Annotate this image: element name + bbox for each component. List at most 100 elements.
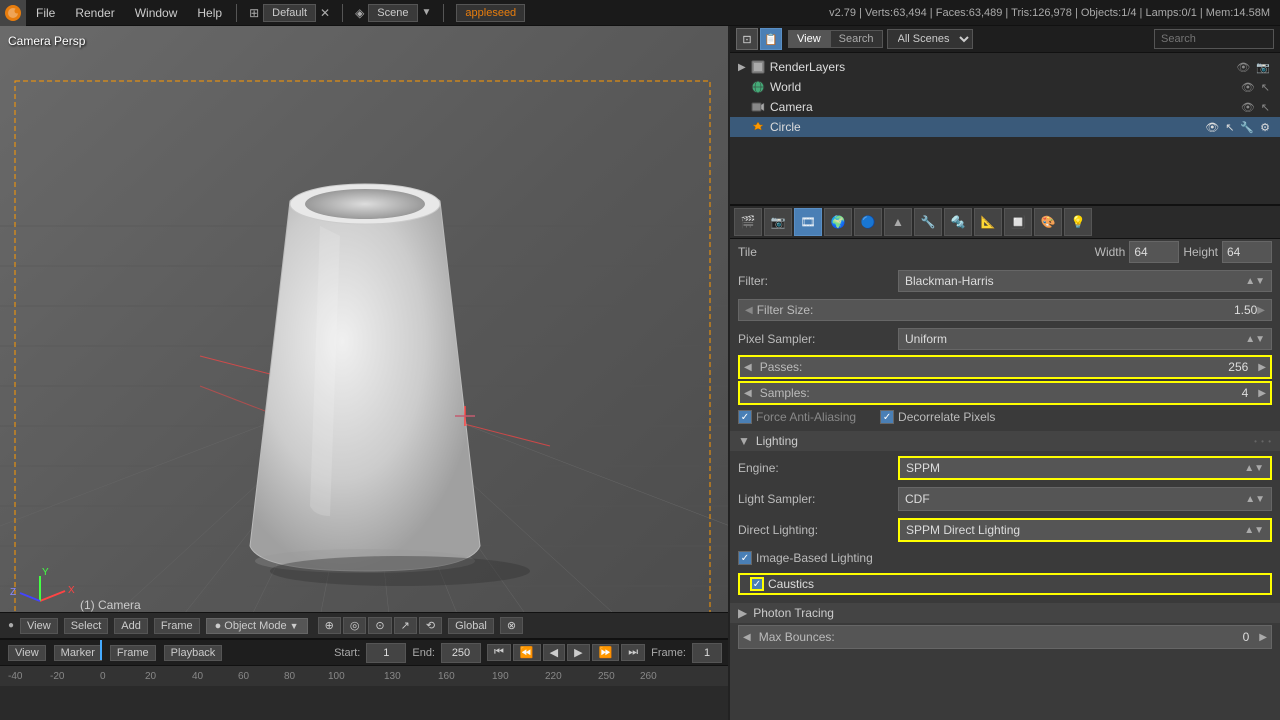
engine-dropdown-wrapper: SPPM ▲▼: [898, 456, 1272, 480]
prop-tab-mesh[interactable]: ▲: [884, 208, 912, 236]
viewport-view-btn[interactable]: View: [20, 618, 58, 634]
menu-window[interactable]: Window: [125, 0, 188, 25]
filter-dropdown[interactable]: Blackman-Harris ▲▼: [898, 270, 1272, 292]
scene-selector[interactable]: Scene: [368, 4, 417, 22]
prop-tab-particles[interactable]: 💡: [1064, 208, 1092, 236]
pixel-sampler-dropdown-wrapper: Uniform ▲▼: [898, 328, 1272, 350]
tl-prev-frame[interactable]: ⏪: [513, 644, 541, 661]
app-name[interactable]: appleseed: [456, 4, 525, 22]
caustics-container: Caustics: [730, 569, 1280, 599]
caustics-button[interactable]: Caustics: [738, 573, 1272, 595]
timeline-ruler[interactable]: -40 -20 0 20 40 60 80 100 130 160 190 22…: [0, 666, 730, 686]
outliner-item-camera[interactable]: Camera 👁 ↖: [730, 97, 1280, 117]
viewport-icon-5[interactable]: ⟲: [419, 617, 442, 634]
light-sampler-dropdown[interactable]: CDF ▲▼: [898, 487, 1272, 511]
viewport[interactable]: X Y Z Camera Persp (1) Camera ● View Sel…: [0, 26, 730, 720]
outliner-item-renderlayers[interactable]: ▶ RenderLayers 👁 📷: [730, 57, 1280, 77]
width-input[interactable]: [1129, 241, 1179, 263]
outliner-tab-search[interactable]: Search: [830, 30, 883, 48]
lighting-arrow-icon: ▼: [738, 434, 750, 448]
prop-tab-material[interactable]: 🔲: [1004, 208, 1032, 236]
camera-vis-icon[interactable]: 👁: [1239, 101, 1257, 114]
prop-tab-world[interactable]: 🌍: [824, 208, 852, 236]
tile-label: Tile: [738, 245, 757, 259]
ruler-mark-2: 0: [100, 671, 106, 682]
menu-render[interactable]: Render: [65, 0, 124, 25]
viewport-icon-1[interactable]: ⊕: [318, 617, 341, 634]
photon-tracing-section[interactable]: ▶ Photon Tracing: [730, 603, 1280, 623]
samples-row[interactable]: ◀ Samples: 4 ▶: [738, 381, 1272, 405]
engine-dropdown[interactable]: SPPM ▲▼: [898, 456, 1272, 480]
viewport-icon-2[interactable]: ◎: [343, 617, 367, 634]
prop-tab-data[interactable]: 📐: [974, 208, 1002, 236]
workspace-add-icon[interactable]: ✕: [320, 6, 330, 20]
ibl-item[interactable]: Image-Based Lighting: [738, 551, 873, 565]
decorrelate-pixels-item[interactable]: Decorrelate Pixels: [880, 410, 995, 424]
height-input[interactable]: [1222, 241, 1272, 263]
current-frame-input[interactable]: [692, 643, 722, 663]
camera-cursor-icon[interactable]: ↖: [1259, 101, 1272, 114]
outliner-item-circle[interactable]: Circle 👁 ↖ 🔧 ⚙: [730, 117, 1280, 137]
force-anti-aliasing-label: Force Anti-Aliasing: [756, 410, 856, 424]
prop-tab-object[interactable]: 🔵: [854, 208, 882, 236]
start-input[interactable]: [366, 643, 406, 663]
caustics-checkbox[interactable]: [750, 577, 764, 591]
filter-size-slider[interactable]: ◀ Filter Size: 1.50 ▶: [738, 299, 1272, 321]
viewport-select-btn[interactable]: Select: [64, 618, 109, 634]
tl-jump-end[interactable]: ⏭: [621, 644, 645, 661]
circle-render-icon[interactable]: 🔧: [1238, 121, 1256, 134]
outliner-tab-view[interactable]: View: [788, 30, 830, 48]
prop-tab-modifiers[interactable]: 🔧: [914, 208, 942, 236]
prop-tab-texture[interactable]: 🎨: [1034, 208, 1062, 236]
menu-file[interactable]: File: [26, 0, 65, 25]
ruler-mark-7: 100: [328, 671, 345, 682]
outliner-search[interactable]: [1154, 29, 1274, 49]
scenes-dropdown[interactable]: All Scenes: [887, 29, 973, 49]
viewport-add-btn[interactable]: Add: [114, 618, 148, 634]
timeline-view-btn[interactable]: View: [8, 645, 46, 661]
viewport-mode-btn[interactable]: ● Object Mode ▼: [206, 618, 308, 634]
prop-tab-render[interactable]: 🎬: [734, 208, 762, 236]
decorrelate-pixels-checkbox[interactable]: [880, 410, 894, 424]
tl-play-reverse[interactable]: ◀: [543, 644, 565, 661]
viewport-object-btn[interactable]: Frame: [154, 618, 200, 634]
viewport-icon-4[interactable]: ↗: [394, 617, 417, 634]
force-anti-aliasing-checkbox[interactable]: [738, 410, 752, 424]
prop-tab-constraints[interactable]: 🔩: [944, 208, 972, 236]
force-anti-aliasing-item[interactable]: Force Anti-Aliasing: [738, 410, 856, 424]
engine-row: Engine: SPPM ▲▼: [730, 454, 1280, 482]
passes-row[interactable]: ◀ Passes: 256 ▶: [738, 355, 1272, 379]
viewport-icon-3[interactable]: ⊙: [368, 617, 391, 634]
circle-restrict-icon[interactable]: ↖: [1223, 121, 1236, 134]
tl-next-frame[interactable]: ⏩: [592, 644, 620, 661]
renderlayers-vis-icon[interactable]: 👁: [1234, 61, 1252, 74]
circle-extra-icon[interactable]: ⚙: [1258, 121, 1272, 134]
outliner-icon-2[interactable]: 📋: [760, 28, 782, 50]
outliner-icon-1[interactable]: ⊡: [736, 28, 758, 50]
prop-tab-render-settings[interactable]: 🎞: [794, 208, 822, 236]
outliner-item-world[interactable]: World 👁 ↖: [730, 77, 1280, 97]
light-sampler-value: CDF: [905, 492, 930, 506]
camera-label-text: Camera: [770, 100, 1239, 114]
circle-vis-icon[interactable]: 👁: [1203, 121, 1221, 134]
timeline-marker-btn[interactable]: Marker: [54, 645, 102, 661]
viewport-icon-6[interactable]: ⊗: [500, 617, 523, 634]
world-vis-icon[interactable]: 👁: [1239, 81, 1257, 94]
end-input[interactable]: [441, 643, 481, 663]
lighting-section-header[interactable]: ▼ Lighting • • •: [730, 431, 1280, 451]
menu-help[interactable]: Help: [187, 0, 232, 25]
prop-tab-scene[interactable]: 📷: [764, 208, 792, 236]
tl-jump-start[interactable]: ⏮: [487, 644, 511, 661]
world-cursor-icon[interactable]: ↖: [1259, 81, 1272, 94]
timeline-frame-btn[interactable]: Frame: [110, 645, 156, 661]
tl-play[interactable]: ▶: [567, 644, 589, 661]
outliner-tree: ▶ RenderLayers 👁 📷 World: [730, 53, 1280, 141]
pixel-sampler-dropdown[interactable]: Uniform ▲▼: [898, 328, 1272, 350]
renderlayers-render-icon[interactable]: 📷: [1254, 61, 1272, 74]
layout-selector[interactable]: Default: [263, 4, 316, 22]
max-bounces-row[interactable]: ◀ Max Bounces: 0 ▶: [738, 625, 1272, 649]
viewport-global-btn[interactable]: Global: [448, 618, 494, 634]
ibl-checkbox[interactable]: [738, 551, 752, 565]
timeline-playback-btn[interactable]: Playback: [164, 645, 223, 661]
direct-lighting-dropdown[interactable]: SPPM Direct Lighting ▲▼: [898, 518, 1272, 542]
